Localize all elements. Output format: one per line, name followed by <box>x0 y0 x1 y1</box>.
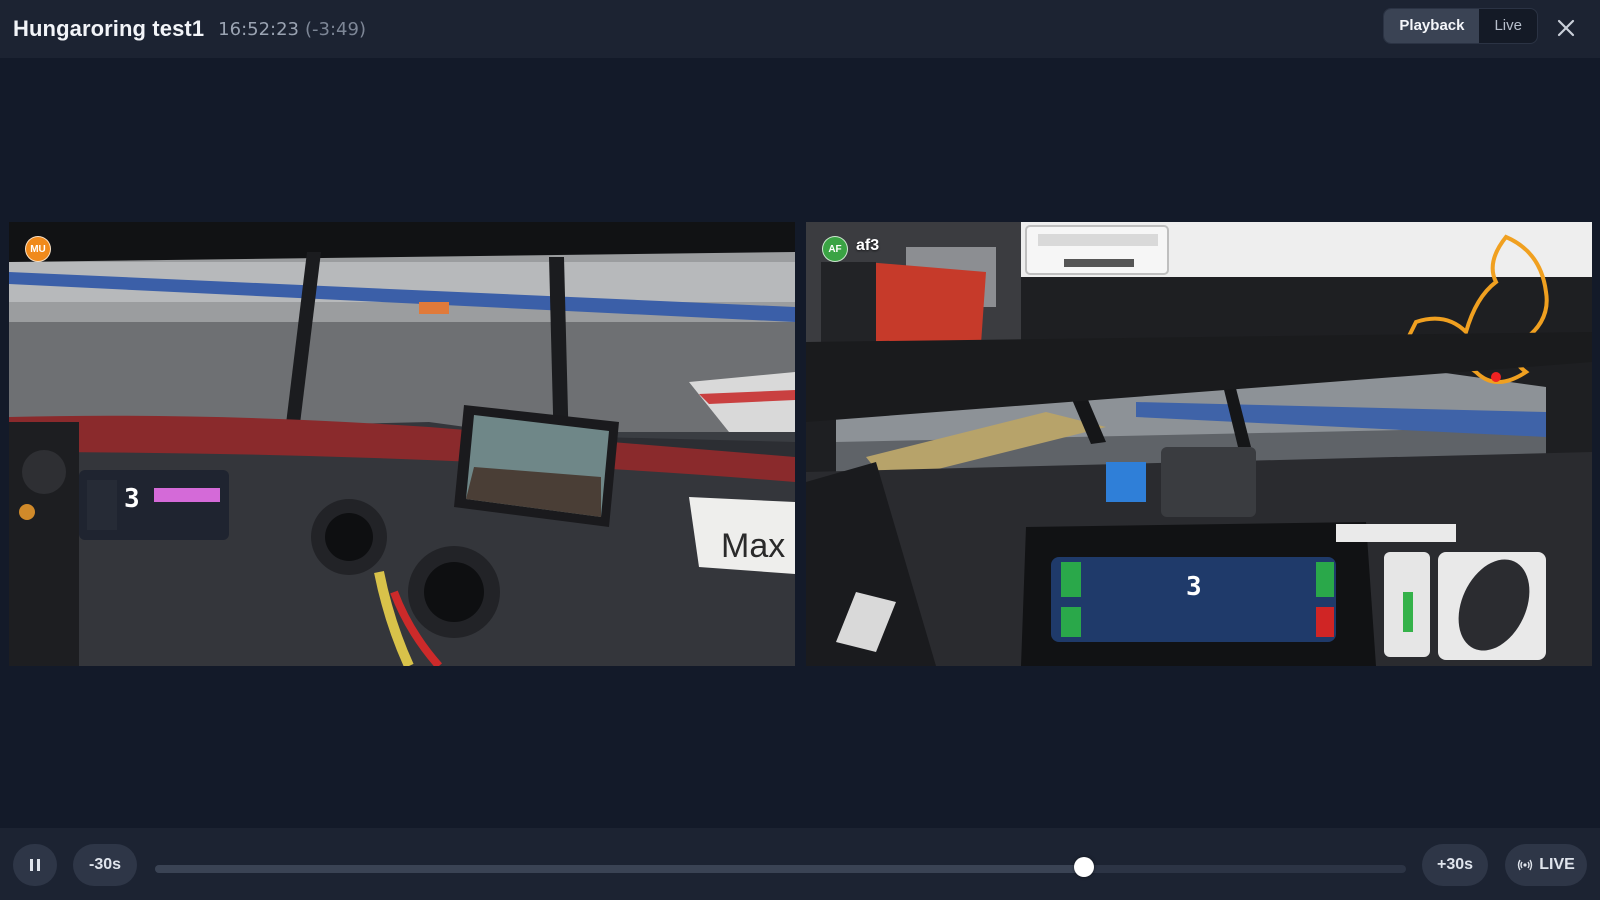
gear-indicator: 3 <box>124 484 140 514</box>
pause-button[interactable] <box>13 844 57 886</box>
timeline-progress <box>155 865 1085 873</box>
user-avatar-af: AF <box>822 236 848 262</box>
go-live-button[interactable]: LIVE <box>1505 844 1587 886</box>
broadcast-icon <box>1518 859 1533 871</box>
close-button[interactable] <box>1552 14 1580 42</box>
stream-user-name: af3 <box>856 237 880 254</box>
close-icon <box>1557 19 1575 37</box>
user-avatar-mu: MU <box>25 236 51 262</box>
current-time: 16:52:23 <box>218 18 300 40</box>
playback-mode-button[interactable]: Playback <box>1384 9 1480 43</box>
pause-icon <box>30 859 40 871</box>
mode-toggle: Playback Live <box>1383 8 1538 44</box>
session-clock: 16:52:23 (-3:49) <box>218 19 366 40</box>
rewind-30s-button[interactable]: -30s <box>73 844 137 886</box>
forward-30s-button[interactable]: +30s <box>1422 844 1488 886</box>
time-offset: (-3:49) <box>305 18 366 40</box>
session-title: Hungaroring test1 <box>13 16 205 41</box>
gear-indicator: 3 <box>1186 572 1202 602</box>
driver-sticker-name: Max <box>721 527 786 565</box>
video-tile-mu[interactable]: 3 Max MU <box>9 222 795 666</box>
video-tile-af3[interactable]: 3 AF af3 <box>806 222 1592 666</box>
header-bar: Hungaroring test1 16:52:23 (-3:49) Playba… <box>0 0 1600 58</box>
timeline-scrubber[interactable] <box>155 865 1406 873</box>
onboard-camera-view <box>9 222 795 666</box>
live-label: LIVE <box>1539 856 1575 873</box>
live-mode-button[interactable]: Live <box>1479 9 1537 43</box>
playback-controls: -30s +30s LIVE <box>0 828 1600 900</box>
